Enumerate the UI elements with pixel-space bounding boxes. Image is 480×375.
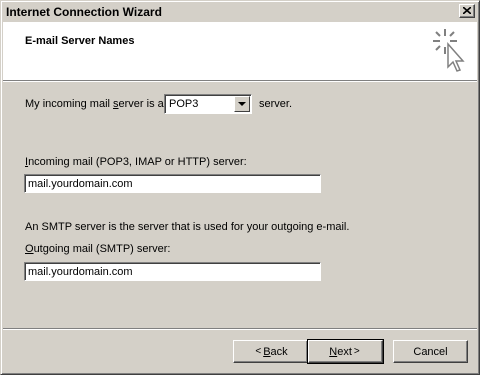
incoming-server-input[interactable] <box>24 174 321 193</box>
window-title: Internet Connection Wizard <box>6 5 162 19</box>
title-bar: Internet Connection Wizard <box>3 3 477 21</box>
incoming-type-label-post: erver is a <box>118 98 164 110</box>
back-access-key: B <box>263 345 271 358</box>
back-arrow-icon: < <box>255 346 262 357</box>
back-label: ack <box>270 345 288 358</box>
close-icon <box>462 5 472 17</box>
incoming-type-label-pre: My incoming mail <box>25 98 114 110</box>
next-access-key: N <box>329 345 338 358</box>
close-button[interactable] <box>459 4 475 18</box>
header-panel: E-mail Server Names <box>3 22 477 80</box>
wizard-window: Internet Connection Wizard E-mail Server… <box>0 0 480 375</box>
smtp-note: An SMTP server is the server that is use… <box>25 221 350 233</box>
outgoing-server-input[interactable] <box>24 262 321 281</box>
chevron-down-icon <box>238 101 246 106</box>
incoming-type-label: My incoming mail server is a <box>25 98 164 110</box>
footer-divider-highlight <box>3 329 477 330</box>
next-button[interactable]: Next > <box>307 339 384 364</box>
incoming-server-label: Incoming mail (POP3, IMAP or HTTP) serve… <box>25 156 247 168</box>
back-button[interactable]: < Back <box>233 340 308 363</box>
next-arrow-icon: > <box>353 346 360 357</box>
wizard-cursor-icon <box>433 29 465 72</box>
dropdown-button[interactable] <box>234 96 250 112</box>
outgoing-server-access-key: O <box>25 243 34 255</box>
server-type-value: POP3 <box>169 98 199 110</box>
page-title: E-mail Server Names <box>25 35 135 47</box>
cancel-button[interactable]: Cancel <box>393 340 468 363</box>
incoming-server-label-rest: ncoming mail (POP3, IMAP or HTTP) server… <box>28 156 247 168</box>
outgoing-server-label: Outgoing mail (SMTP) server: <box>25 243 171 255</box>
header-divider-highlight <box>3 81 477 82</box>
outgoing-server-label-rest: utgoing mail (SMTP) server: <box>33 243 171 255</box>
server-type-select[interactable]: POP3 <box>164 94 252 114</box>
server-suffix-label: server. <box>259 98 293 110</box>
next-label: ext <box>337 345 352 358</box>
